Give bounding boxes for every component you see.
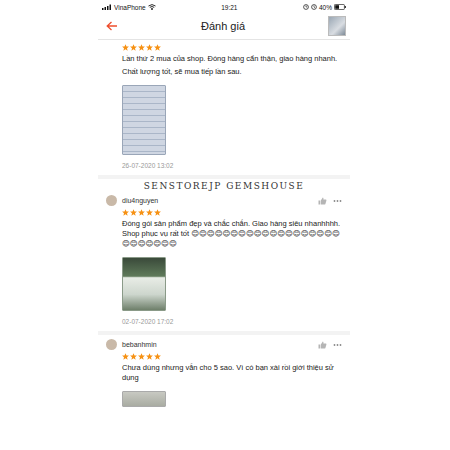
more-options-icon[interactable] [333, 343, 342, 347]
review-body: bebanhmin Chưa dùng nhưng vẫn cho 5 sao. … [122, 339, 342, 407]
thumbs-up-icon[interactable] [318, 341, 327, 349]
review-body: diu4nguyen Đóng gói sản phẩm đẹp và chắc … [122, 195, 342, 325]
battery-icon [334, 4, 346, 10]
more-options-icon[interactable] [333, 199, 342, 203]
carrier: VinaPhone [114, 4, 146, 11]
review-card: diu4nguyen Đóng gói sản phẩm đẹp và chắc … [98, 191, 350, 335]
star-icon [146, 44, 153, 51]
review-card: Lần thứ 2 mua của shop. Đóng hàng cẩn th… [98, 40, 350, 179]
review-text: Chưa dùng nhưng vẫn cho 5 sao. Vì có bạn… [122, 363, 342, 383]
review-header: bebanhmin [122, 339, 342, 350]
review-text: Lần thứ 2 mua của shop. Đóng hàng cẩn th… [122, 54, 342, 64]
avatar-column [106, 339, 118, 407]
review-body: Lần thứ 2 mua của shop. Đóng hàng cẩn th… [122, 44, 342, 169]
clock: 19:21 [221, 4, 237, 11]
review-card: bebanhmin Chưa dùng nhưng vẫn cho 5 sao. … [98, 335, 350, 413]
star-icon [122, 44, 129, 51]
star-icon [130, 209, 137, 216]
clock-icon [311, 4, 317, 10]
star-icon [138, 209, 145, 216]
signal-icon [102, 4, 112, 10]
star-rating [122, 353, 342, 360]
status-bar: VinaPhone 19:21 40% [98, 0, 350, 13]
star-icon [154, 44, 161, 51]
avatar-column [106, 44, 118, 169]
review-photo[interactable] [122, 391, 166, 407]
star-icon [146, 209, 153, 216]
star-icon [122, 209, 129, 216]
star-rating [122, 209, 342, 216]
top-bar: Đánh giá [98, 13, 350, 40]
thumbs-up-icon[interactable] [318, 197, 327, 205]
star-icon [130, 353, 137, 360]
star-icon [122, 353, 129, 360]
battery-percent: 40% [319, 4, 332, 11]
star-icon [138, 44, 145, 51]
username[interactable]: bebanhmin [122, 341, 312, 348]
star-rating [122, 44, 342, 51]
phone-screen: VinaPhone 19:21 40% Đánh giá Lần thứ 2 mua c… [98, 0, 350, 413]
watermark: SENSTOREJP GEMSHOUSE [98, 179, 350, 191]
star-icon [130, 44, 137, 51]
review-photo[interactable] [122, 85, 166, 155]
star-icon [154, 353, 161, 360]
avatar-column [106, 195, 118, 325]
star-icon [138, 353, 145, 360]
user-avatar[interactable] [106, 339, 117, 350]
back-arrow-icon[interactable] [106, 21, 118, 31]
star-icon [146, 353, 153, 360]
username[interactable]: diu4nguyen [122, 197, 312, 204]
star-icon [154, 209, 161, 216]
review-date: 26-07-2020 13:02 [122, 162, 342, 169]
status-left: VinaPhone [102, 4, 156, 11]
review-date: 02-07-2020 17:02 [122, 318, 342, 325]
review-text: Đóng gói sản phẩm đẹp và chắc chắn. Giao… [122, 219, 342, 249]
wifi-icon [148, 4, 156, 10]
user-avatar[interactable] [106, 195, 117, 206]
review-photo[interactable] [122, 257, 166, 311]
review-text: Chất lượng tốt, sẽ mua tiếp lần sau. [122, 67, 342, 77]
product-thumbnail[interactable] [328, 16, 346, 36]
alarm-icon [303, 4, 309, 10]
status-right: 40% [303, 4, 346, 11]
page-title: Đánh giá [118, 20, 328, 32]
review-header: diu4nguyen [122, 195, 342, 206]
